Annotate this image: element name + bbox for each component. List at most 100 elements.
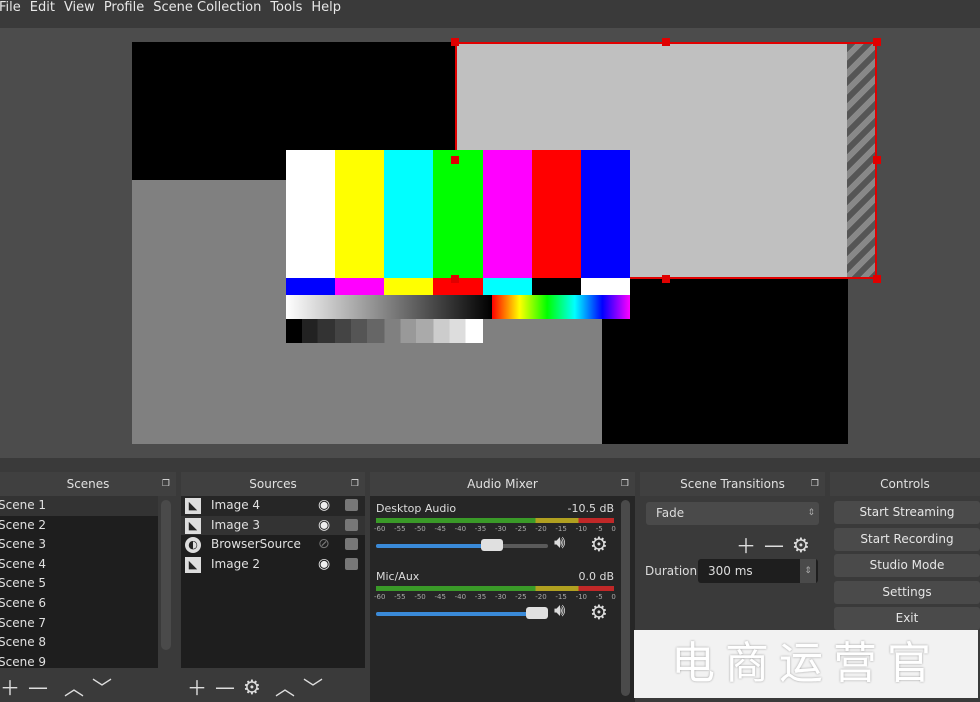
- scene-item[interactable]: Scene 9: [0, 653, 158, 668]
- tick-label: -40: [454, 593, 467, 601]
- lock-icon[interactable]: [345, 557, 358, 570]
- gear-icon[interactable]: ⚙: [590, 532, 608, 556]
- tick-label: -25: [515, 525, 527, 533]
- transition-settings-icon[interactable]: ⚙: [792, 533, 810, 557]
- scene-item[interactable]: Scene 7: [0, 614, 158, 634]
- speaker-icon[interactable]: 🔊︎: [554, 532, 565, 553]
- scenes-scrollbar[interactable]: [161, 500, 171, 650]
- eye-icon[interactable]: ◉: [318, 496, 330, 516]
- move-up-icon[interactable]: ︿: [275, 672, 295, 701]
- transition-select[interactable]: Fade ⇕: [646, 502, 819, 525]
- tick-label: 0: [611, 593, 616, 601]
- menu-edit[interactable]: Edit: [30, 0, 64, 22]
- source-item[interactable]: ◣ Image 4 ◉: [181, 496, 365, 516]
- source-item[interactable]: ◐ BrowserSource ⊘: [181, 535, 365, 555]
- tick-label: -55: [394, 525, 406, 533]
- sources-title: Sources: [249, 477, 297, 491]
- spin-icon: ⇕: [807, 508, 815, 518]
- tick-label: -60: [374, 525, 386, 533]
- move-down-icon[interactable]: ﹀: [92, 672, 112, 701]
- start-recording-button[interactable]: Start Recording: [834, 527, 980, 551]
- sources-list[interactable]: ◣ Image 4 ◉ ◣ Image 3 ◉ ◐ BrowserSource ⊘ ◣ Image …: [181, 496, 365, 668]
- studio-mode-button[interactable]: Studio Mode: [834, 554, 980, 577]
- move-up-icon[interactable]: ︿: [64, 672, 84, 701]
- color-bar: [286, 150, 336, 278]
- resize-handle[interactable]: [451, 156, 459, 164]
- globe-icon: ◐: [185, 537, 201, 554]
- move-down-icon[interactable]: ﹀: [303, 672, 323, 701]
- eye-icon[interactable]: ◉: [318, 516, 330, 536]
- color-bar: [384, 150, 434, 278]
- tick-label: -55: [394, 593, 406, 601]
- scene-item[interactable]: Scene 5: [0, 574, 158, 594]
- float-icon[interactable]: ❐: [162, 472, 170, 496]
- watermark-logo: 电商运营官: [634, 630, 978, 698]
- tick-label: 0: [611, 525, 616, 533]
- remove-source-icon[interactable]: —: [215, 675, 235, 699]
- eye-icon[interactable]: ◉: [318, 555, 330, 575]
- duration-spinner[interactable]: ⇕: [800, 559, 816, 583]
- scene-item[interactable]: Scene 3: [0, 535, 158, 555]
- color-bar-bottom: [335, 278, 385, 295]
- float-icon[interactable]: ❐: [811, 472, 819, 496]
- scenes-list[interactable]: Scene 1 Scene 2 Scene 3 Scene 4 Scene 5 Scene…: [0, 496, 158, 668]
- menu-profile[interactable]: Profile: [104, 0, 153, 22]
- add-source-icon[interactable]: ＋: [187, 672, 207, 701]
- gear-icon[interactable]: ⚙: [590, 600, 608, 624]
- menu-scene-collection[interactable]: Scene Collection: [153, 0, 270, 22]
- scene-label: Scene 7: [0, 615, 47, 630]
- scene-item[interactable]: Scene 4: [0, 555, 158, 575]
- start-streaming-button[interactable]: Start Streaming: [834, 501, 980, 524]
- slider-handle[interactable]: [481, 539, 503, 551]
- float-icon[interactable]: ❐: [621, 472, 629, 496]
- tick-label: -35: [474, 525, 487, 533]
- resize-handle[interactable]: [662, 38, 670, 46]
- source-item[interactable]: ◣ Image 3 ◉: [181, 515, 365, 536]
- eye-hidden-icon[interactable]: ⊘: [318, 535, 330, 555]
- float-icon[interactable]: ❐: [351, 472, 359, 496]
- color-bar-bottom: [384, 278, 434, 295]
- resize-handle[interactable]: [873, 156, 881, 164]
- scene-item[interactable]: Scene 8: [0, 633, 158, 653]
- source-item[interactable]: ◣ Image 2 ◉: [181, 555, 365, 575]
- tick-label: -25: [515, 593, 527, 601]
- out-of-canvas-hatch: [847, 44, 875, 277]
- slider-handle[interactable]: [526, 607, 548, 619]
- image-icon: ◣: [185, 517, 201, 534]
- duration-input[interactable]: 300 ms ⇕: [698, 559, 818, 583]
- settings-button[interactable]: Settings: [834, 580, 980, 604]
- scene-label: Scene 9: [0, 654, 47, 668]
- meter-ticks: -60 -55 -50 -45 -40 -35 -30 -25 -20 -15 -10 -5 0: [374, 525, 616, 533]
- mixer-scrollbar[interactable]: [621, 500, 630, 696]
- speaker-icon[interactable]: 🔊︎: [554, 600, 565, 621]
- channel-level: 0.0 dB: [578, 570, 614, 583]
- resize-handle[interactable]: [662, 275, 670, 283]
- scene-item[interactable]: Scene 6: [0, 594, 158, 614]
- scene-label: Scene 6: [0, 595, 47, 610]
- lock-icon[interactable]: [345, 518, 358, 531]
- menu-help[interactable]: Help: [311, 0, 350, 22]
- lock-icon[interactable]: [345, 499, 358, 511]
- resize-handle[interactable]: [451, 38, 459, 46]
- resize-handle[interactable]: [873, 275, 881, 283]
- menu-file[interactable]: File: [0, 0, 30, 22]
- image-icon: ◣: [185, 556, 201, 573]
- color-bar: [580, 150, 630, 278]
- lock-icon[interactable]: [345, 538, 358, 551]
- volume-slider[interactable]: [376, 607, 548, 619]
- resize-handle[interactable]: [451, 275, 459, 283]
- preview-area[interactable]: [0, 28, 980, 458]
- remove-scene-icon[interactable]: —: [28, 675, 48, 699]
- volume-slider[interactable]: [376, 539, 548, 551]
- scene-item[interactable]: Scene 1: [0, 496, 158, 516]
- menu-tools[interactable]: Tools: [270, 0, 311, 22]
- add-scene-icon[interactable]: ＋: [0, 672, 20, 701]
- remove-transition-icon[interactable]: —: [764, 533, 784, 557]
- menu-view[interactable]: View: [64, 0, 104, 22]
- scene-item[interactable]: Scene 2: [0, 516, 158, 536]
- add-transition-icon[interactable]: ＋: [736, 530, 756, 559]
- source-settings-icon[interactable]: ⚙: [243, 675, 261, 699]
- resize-handle[interactable]: [873, 38, 881, 46]
- mixer-title: Audio Mixer: [467, 477, 538, 491]
- exit-button[interactable]: Exit: [834, 607, 980, 630]
